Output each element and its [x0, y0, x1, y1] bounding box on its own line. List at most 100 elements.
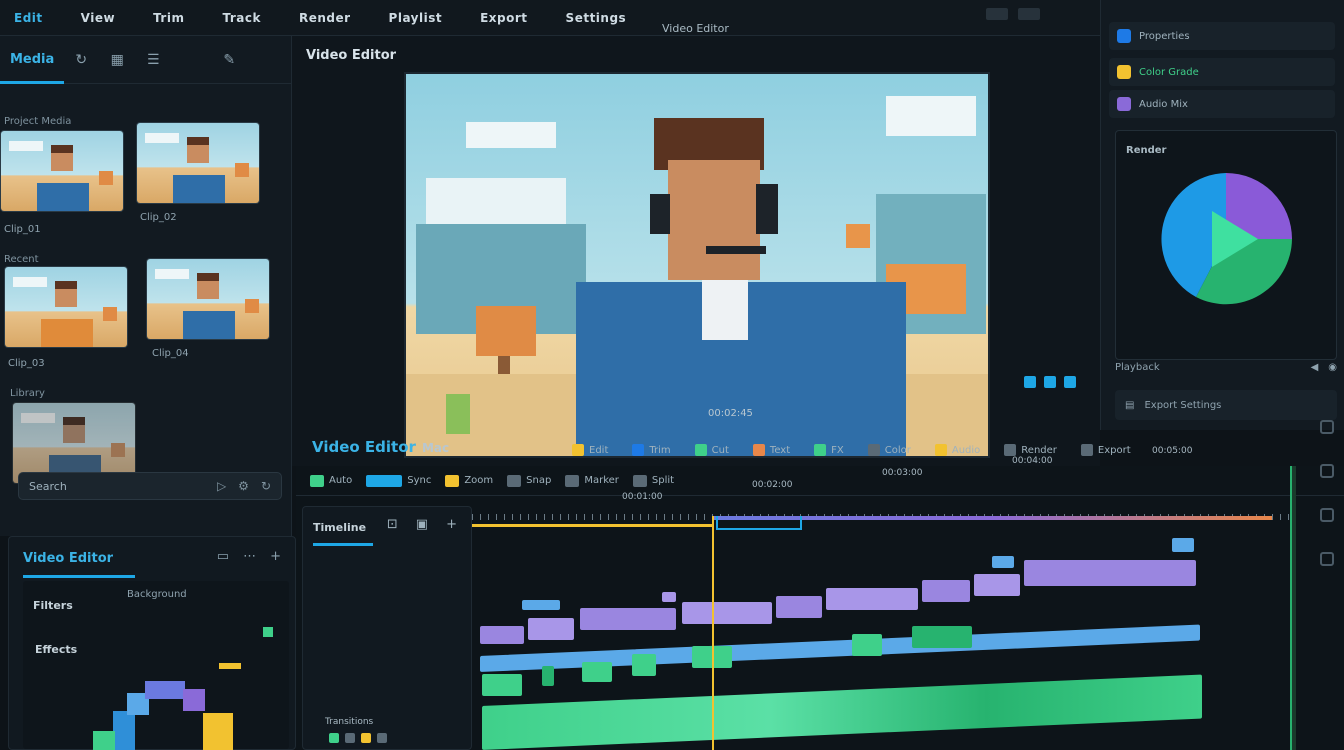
menu-render[interactable]: Render	[299, 11, 351, 25]
tab-media[interactable]: Media	[10, 52, 54, 67]
tool-render[interactable]: Render	[1004, 444, 1057, 456]
track-headers: Timeline ⊡ ▣ + Transitions	[302, 506, 472, 750]
add-track-icon[interactable]: +	[446, 517, 457, 532]
menu-view[interactable]: View	[81, 11, 115, 25]
add-icon[interactable]: +	[270, 549, 281, 564]
refresh-icon[interactable]: ↻	[72, 52, 90, 68]
tl-snap[interactable]: Snap	[507, 474, 551, 487]
tool-fx[interactable]: FX	[814, 444, 844, 456]
media-thumb-3[interactable]	[4, 266, 128, 348]
music-track[interactable]	[482, 674, 1202, 750]
forward-button[interactable]	[1064, 376, 1076, 388]
settings-icon[interactable]: ⚙	[238, 479, 249, 493]
playback-controls	[1024, 376, 1076, 388]
track-mute-icon[interactable]	[377, 733, 387, 743]
menu-edit[interactable]: Edit	[14, 11, 43, 25]
track-lock-icon[interactable]	[361, 733, 371, 743]
title-clip[interactable]	[992, 556, 1014, 568]
volume-icon[interactable]: ◀	[1311, 362, 1319, 373]
video-clip[interactable]	[1024, 560, 1196, 586]
tool-edit[interactable]: Edit	[572, 444, 608, 456]
tl-marker[interactable]: Marker	[565, 474, 619, 487]
timeline-scrollbar[interactable]	[1290, 466, 1296, 750]
track-eye-icon[interactable]	[345, 733, 355, 743]
inspector-panel: Properties Color Grade Audio Mix Render …	[1100, 0, 1344, 430]
audio-clip[interactable]	[542, 666, 554, 686]
timeline-tracks[interactable]: 00:01:00 00:02:00 00:03:00 00:04:00 00:0…	[472, 446, 1302, 750]
video-clip[interactable]	[528, 618, 574, 640]
lock-icon[interactable]: ▣	[416, 517, 428, 532]
menu-track[interactable]: Track	[222, 11, 260, 25]
tab-underline	[0, 81, 64, 84]
video-clip[interactable]	[776, 596, 822, 618]
side-tool-icon[interactable]	[1320, 508, 1334, 522]
app-logo-icon[interactable]	[1156, 169, 1296, 309]
collar-shape	[702, 280, 748, 340]
list-icon[interactable]: ☰	[144, 52, 162, 68]
video-clip[interactable]	[480, 626, 524, 644]
menu-settings[interactable]: Settings	[566, 11, 627, 25]
grid-icon[interactable]: ▦	[108, 52, 126, 68]
tl-auto[interactable]: Auto	[310, 474, 352, 487]
menu-icon[interactable]: ⋯	[243, 549, 256, 564]
media-thumb-4[interactable]	[146, 258, 270, 340]
inspector-color-row[interactable]: Color Grade	[1109, 58, 1335, 86]
audio-clip[interactable]	[582, 662, 612, 682]
video-frame[interactable]	[404, 72, 990, 458]
ruler-label-1: 00:01:00	[622, 492, 663, 502]
folder-icon[interactable]: ▭	[217, 549, 229, 564]
tool-color[interactable]: Color	[867, 444, 911, 456]
video-clip[interactable]	[580, 608, 676, 630]
audio-clip[interactable]	[482, 674, 522, 696]
tl-sync[interactable]: Sync	[366, 474, 431, 487]
tl-split[interactable]: Split	[632, 474, 674, 487]
playhead[interactable]	[712, 516, 714, 750]
title-clip[interactable]	[1172, 538, 1194, 552]
menu-playlist[interactable]: Playlist	[389, 11, 443, 25]
selection-marker[interactable]	[716, 516, 802, 530]
timeline-title: Timeline	[313, 521, 367, 534]
audio-clip[interactable]	[632, 654, 656, 676]
menu-export[interactable]: Export	[480, 11, 527, 25]
video-clip[interactable]	[922, 580, 970, 602]
title-clip[interactable]	[522, 600, 560, 610]
video-clip[interactable]	[974, 574, 1020, 596]
tl-zoom[interactable]: Zoom	[445, 474, 493, 487]
media-thumb-2[interactable]	[136, 122, 260, 204]
tool-audio[interactable]: Audio	[934, 444, 980, 456]
playback-row: Playback ◀ ◉	[1115, 361, 1337, 373]
export-settings-row[interactable]: ▤ Export Settings	[1115, 390, 1337, 420]
minimize-button[interactable]	[986, 8, 1008, 20]
video-clip[interactable]	[682, 602, 772, 624]
timeline-toolbar: Auto Sync Zoom Snap Marker Split	[296, 466, 1344, 496]
track-video-icon[interactable]	[329, 733, 339, 743]
play-icon[interactable]: ▷	[217, 479, 226, 493]
play-button[interactable]	[1044, 376, 1056, 388]
tool-cut[interactable]: Cut	[694, 444, 729, 456]
ruler-label-3: 00:03:00	[882, 468, 923, 478]
side-tool-icon[interactable]	[1320, 420, 1334, 434]
tool-export[interactable]: Export	[1080, 444, 1131, 456]
menu-trim[interactable]: Trim	[153, 11, 184, 25]
video-clip[interactable]	[826, 588, 918, 610]
mute-icon[interactable]: ◉	[1328, 362, 1337, 373]
rewind-button[interactable]	[1024, 376, 1036, 388]
tool-text[interactable]: Text	[752, 444, 790, 456]
tool-trim[interactable]: Trim	[632, 444, 671, 456]
media-search-bar[interactable]: Search ▷ ⚙ ↻	[18, 472, 282, 500]
side-tool-icon[interactable]	[1320, 464, 1334, 478]
tools-icon[interactable]: ✎	[220, 52, 238, 68]
inspector-audio-row[interactable]: Audio Mix	[1109, 90, 1335, 118]
audio-clip[interactable]	[912, 626, 972, 648]
title-clip[interactable]	[662, 592, 676, 602]
wheel-segment-indigo	[145, 681, 185, 699]
link-icon[interactable]: ⊡	[387, 517, 398, 532]
preview-top-label: Video Editor	[662, 22, 729, 35]
media-thumb-1[interactable]	[0, 130, 124, 212]
side-tool-icon[interactable]	[1320, 552, 1334, 566]
maximize-button[interactable]	[1018, 8, 1040, 20]
loop-icon[interactable]: ↻	[261, 479, 271, 493]
audio-clip[interactable]	[852, 634, 882, 656]
search-label: Search	[29, 479, 67, 493]
inspector-properties-row[interactable]: Properties	[1109, 22, 1335, 50]
